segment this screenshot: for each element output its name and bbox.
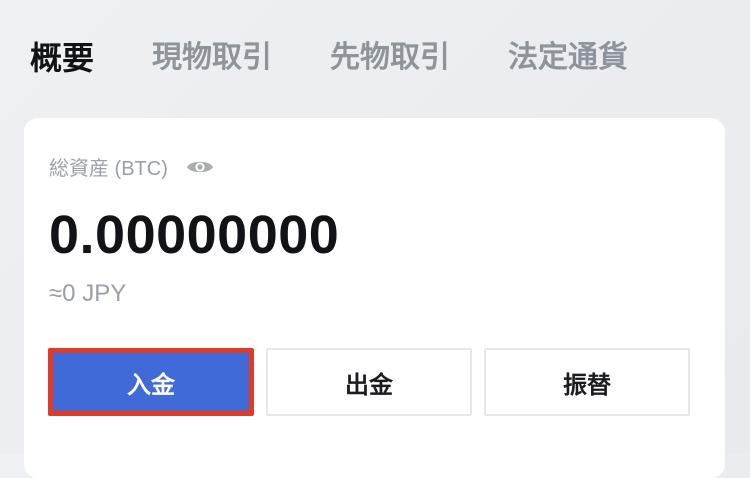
tab-spot-trading[interactable]: 現物取引: [152, 34, 272, 82]
asset-card: 総資産 (BTC) 0.00000000 ≈0 JPY 入金 出金 振替: [24, 118, 725, 478]
withdraw-button-label: 出金: [345, 370, 393, 399]
transfer-button-label: 振替: [563, 370, 611, 399]
action-buttons: 入金 出金 振替: [48, 348, 703, 416]
tab-fiat-currency[interactable]: 法定通貨: [508, 34, 628, 82]
tab-futures-trading[interactable]: 先物取引: [330, 34, 450, 82]
deposit-button[interactable]: 入金: [48, 348, 254, 416]
deposit-button-label: 入金: [127, 370, 175, 399]
tab-bar: 概要 現物取引 先物取引 法定通貨: [30, 34, 628, 82]
eye-icon[interactable]: [186, 158, 214, 176]
tab-overview[interactable]: 概要: [30, 34, 94, 82]
total-assets-label: 総資産 (BTC): [49, 158, 168, 180]
asset-label-row: 総資産 (BTC): [49, 152, 214, 181]
fiat-equivalent: ≈0 JPY: [49, 280, 127, 307]
withdraw-button[interactable]: 出金: [266, 348, 472, 416]
transfer-button[interactable]: 振替: [484, 348, 690, 416]
btc-balance: 0.00000000: [49, 205, 340, 265]
